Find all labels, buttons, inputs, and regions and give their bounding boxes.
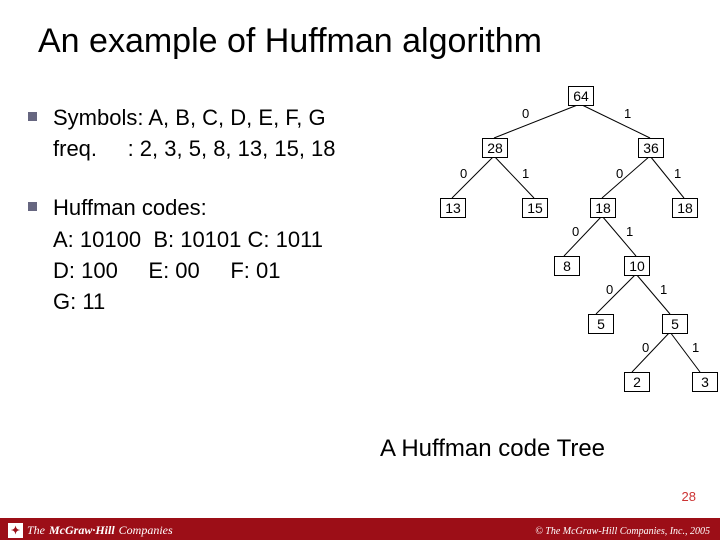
tree-node: 15 — [522, 198, 548, 218]
tree-node: 5 — [662, 314, 688, 334]
tree-node: 18 — [590, 198, 616, 218]
tree-node: 36 — [638, 138, 664, 158]
codes-row: G: 11 — [53, 286, 323, 317]
tree-node: 10 — [624, 256, 650, 276]
tree-node: 2 — [624, 372, 650, 392]
tree-node: 5 — [588, 314, 614, 334]
publisher-logo: ✦ The McGraw·Hill Companies — [8, 523, 173, 538]
edge-label: 0 — [460, 166, 467, 181]
square-bullet-icon — [28, 112, 37, 121]
edge-label: 0 — [572, 224, 579, 239]
codes-row: D: 100 E: 00 F: 01 — [53, 255, 323, 286]
tree-node: 8 — [554, 256, 580, 276]
logo-text-suffix: Companies — [119, 523, 173, 538]
edge-label: 0 — [606, 282, 613, 297]
edge-label: 1 — [522, 166, 529, 181]
edge-label: 1 — [624, 106, 631, 121]
edge-label: 0 — [616, 166, 623, 181]
footer-bar: ✦ The McGraw·Hill Companies © The McGraw… — [0, 518, 720, 540]
page-number: 28 — [682, 489, 696, 504]
tree-node: 64 — [568, 86, 594, 106]
tree-caption: A Huffman code Tree — [380, 435, 605, 463]
bullet-item: Huffman codes: A: 10100 B: 10101 C: 1011… — [28, 192, 408, 317]
tree-node: 28 — [482, 138, 508, 158]
tree-node: 18 — [672, 198, 698, 218]
bullet-item: Symbols: A, B, C, D, E, F, G freq. : 2, … — [28, 102, 408, 164]
tree-node: 13 — [440, 198, 466, 218]
edge-label: 0 — [642, 340, 649, 355]
content-area: Symbols: A, B, C, D, E, F, G freq. : 2, … — [28, 102, 408, 345]
copyright-text: © The McGraw-Hill Companies, Inc., 2005 — [535, 526, 710, 537]
edge-label: 1 — [692, 340, 699, 355]
tree-node: 3 — [692, 372, 718, 392]
logo-icon: ✦ — [8, 523, 23, 538]
edge-label: 1 — [626, 224, 633, 239]
huffman-tree-diagram: 64 0 1 28 36 0 1 0 1 13 15 18 18 0 1 8 1… — [430, 86, 710, 416]
edge-label: 0 — [522, 106, 529, 121]
codes-row: A: 10100 B: 10101 C: 1011 — [53, 224, 323, 255]
symbols-line: Symbols: A, B, C, D, E, F, G — [53, 102, 336, 133]
slide-title: An example of Huffman algorithm — [0, 0, 720, 61]
logo-text-name: McGraw·Hill — [49, 523, 115, 538]
edge-label: 1 — [660, 282, 667, 297]
square-bullet-icon — [28, 202, 37, 211]
freq-line: freq. : 2, 3, 5, 8, 13, 15, 18 — [53, 133, 336, 164]
codes-heading: Huffman codes: — [53, 192, 323, 223]
edge-label: 1 — [674, 166, 681, 181]
logo-text-prefix: The — [27, 523, 45, 538]
